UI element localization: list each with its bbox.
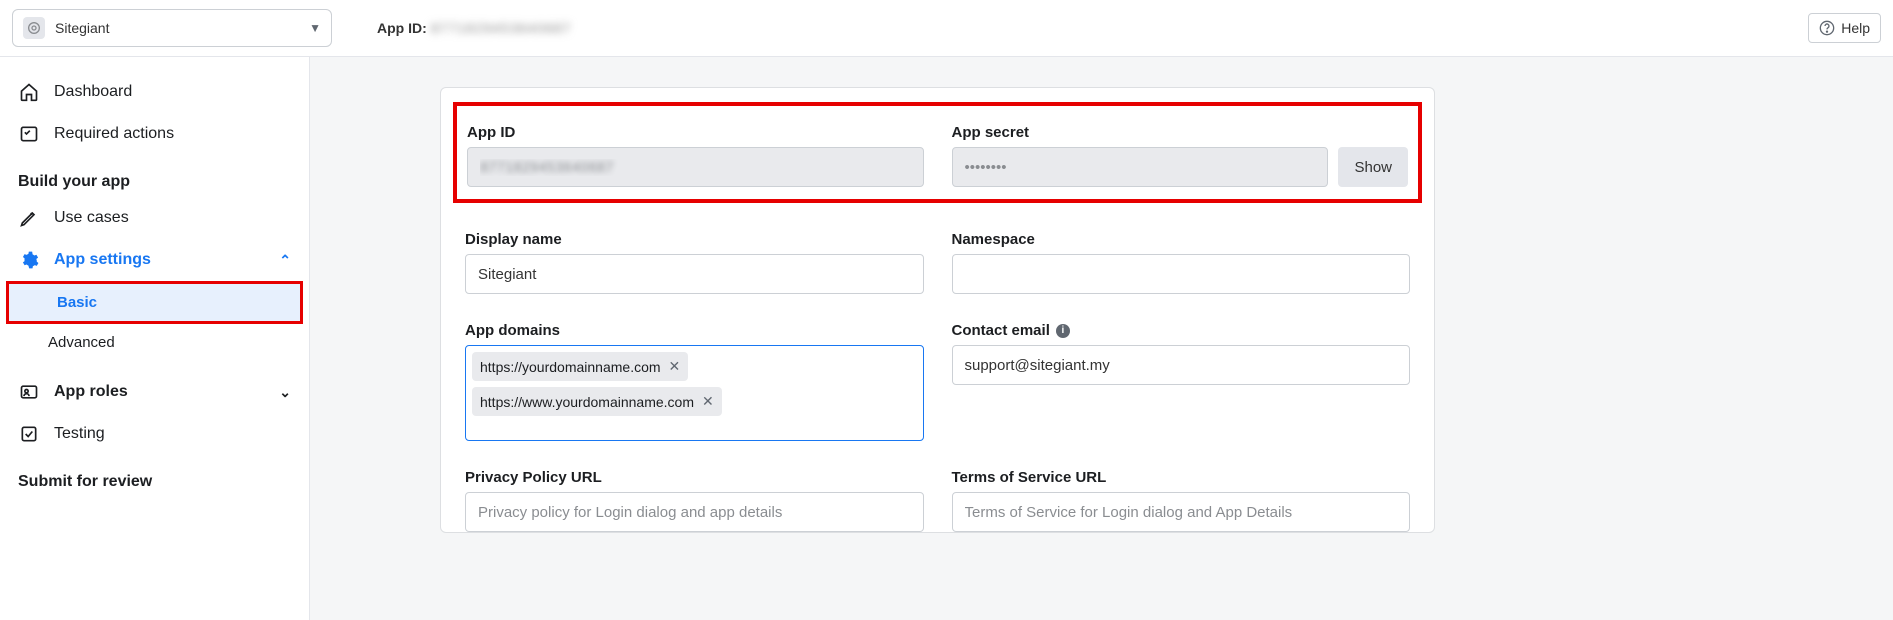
help-button[interactable]: Help	[1808, 13, 1881, 43]
sidebar-label: Advanced	[48, 334, 115, 351]
sidebar-item-app-settings[interactable]: App settings ⌃	[0, 239, 309, 281]
sidebar-item-dashboard[interactable]: Dashboard	[0, 71, 309, 113]
domain-tag: https://www.yourdomainname.com ✕	[472, 387, 722, 416]
sidebar-label: App settings	[54, 251, 151, 269]
input-contact-email[interactable]	[952, 345, 1411, 385]
label-text: Contact email	[952, 322, 1050, 339]
sidebar-label: Testing	[54, 425, 105, 443]
test-icon	[18, 423, 40, 445]
remove-tag-icon[interactable]: ✕	[702, 393, 714, 410]
label-app-id: App ID	[467, 124, 924, 141]
highlight-basic: Basic	[6, 281, 303, 324]
sidebar-label: Use cases	[54, 209, 129, 227]
remove-tag-icon[interactable]: ✕	[669, 358, 681, 375]
gear-icon	[18, 249, 40, 271]
input-display-name[interactable]	[465, 254, 924, 294]
appid-label: App ID:	[377, 20, 427, 36]
label-namespace: Namespace	[952, 231, 1411, 248]
label-display-name: Display name	[465, 231, 924, 248]
sidebar-label: Dashboard	[54, 83, 132, 101]
sidebar-subitem-advanced[interactable]: Advanced	[0, 324, 309, 361]
label-tos-url: Terms of Service URL	[952, 469, 1411, 486]
input-privacy-url[interactable]	[465, 492, 924, 532]
label-privacy-url: Privacy Policy URL	[465, 469, 924, 486]
checklist-icon	[18, 123, 40, 145]
id-card-icon	[18, 381, 40, 403]
sidebar-item-use-cases[interactable]: Use cases	[0, 197, 309, 239]
sidebar-label: Basic	[57, 294, 97, 311]
help-label: Help	[1841, 20, 1870, 36]
pencil-icon	[18, 207, 40, 229]
settings-card: App ID App secret Show Display name	[440, 87, 1435, 533]
domain-tag: https://yourdomainname.com ✕	[472, 352, 688, 381]
sidebar-section-build: Build your app	[0, 155, 309, 197]
sidebar-item-testing[interactable]: Testing	[0, 413, 309, 455]
sidebar-section-submit: Submit for review	[0, 455, 309, 497]
label-app-domains: App domains	[465, 322, 924, 339]
input-app-secret[interactable]	[952, 147, 1329, 187]
input-app-domains[interactable]: https://yourdomainname.com✕https://www.y…	[465, 345, 924, 441]
sidebar-label: Required actions	[54, 125, 174, 143]
sidebar-subitem-basic[interactable]: Basic	[9, 284, 300, 321]
main-content: App ID App secret Show Display name	[310, 57, 1893, 620]
sidebar-item-required-actions[interactable]: Required actions	[0, 113, 309, 155]
chevron-up-icon: ⌃	[279, 252, 291, 269]
info-icon[interactable]: i	[1056, 324, 1070, 338]
input-tos-url[interactable]	[952, 492, 1411, 532]
chevron-down-icon: ⌄	[279, 384, 291, 401]
app-logo-icon	[23, 17, 45, 39]
topbar: Sitegiant ▼ App ID: 8771829453640687 Hel…	[0, 0, 1893, 57]
chevron-down-icon: ▼	[309, 21, 321, 35]
home-icon	[18, 81, 40, 103]
app-switcher[interactable]: Sitegiant ▼	[12, 9, 332, 47]
app-switcher-name: Sitegiant	[55, 20, 309, 36]
sidebar-label: App roles	[54, 383, 128, 401]
help-icon	[1819, 20, 1835, 36]
input-app-id[interactable]	[467, 147, 924, 187]
input-namespace[interactable]	[952, 254, 1411, 294]
sidebar: Dashboard Required actions Build your ap…	[0, 57, 310, 620]
show-secret-button[interactable]: Show	[1338, 147, 1408, 187]
label-app-secret: App secret	[952, 124, 1409, 141]
domain-tag-text: https://yourdomainname.com	[480, 359, 661, 375]
domain-tag-text: https://www.yourdomainname.com	[480, 394, 694, 410]
appid-value: 8771829453640687	[431, 20, 572, 36]
label-contact-email: Contact email i	[952, 322, 1411, 339]
sidebar-item-app-roles[interactable]: App roles ⌄	[0, 371, 309, 413]
highlight-credentials: App ID App secret Show	[453, 102, 1422, 203]
